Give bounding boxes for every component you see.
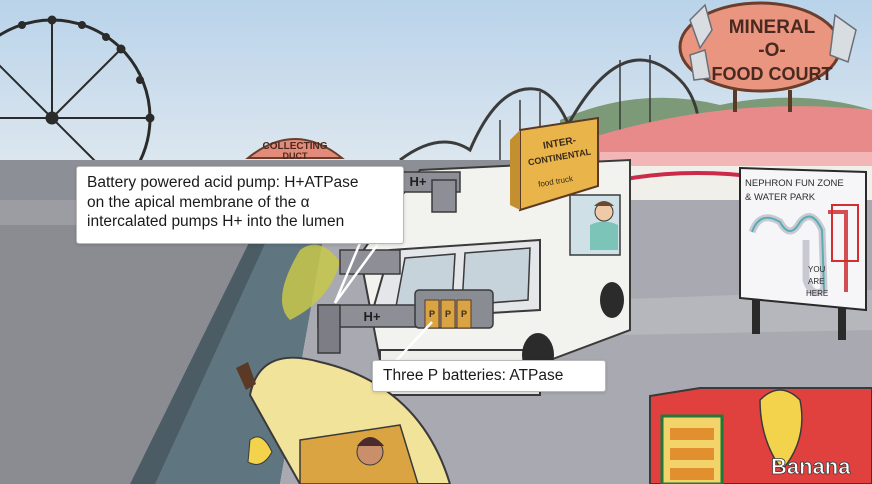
acid-pump-callout-line-3: intercalated pumps H+ into the lumen [87, 213, 345, 230]
pipe-label-upper: H+ [410, 174, 427, 189]
food-court-sign-line-3: FOOD COURT [712, 64, 833, 84]
you-are-here-line-2: ARE [808, 277, 824, 286]
pipe-label-lower: H+ [364, 309, 381, 324]
you-are-here-line-3: HERE [806, 289, 828, 298]
nephron-board-line-1: NEPHRON FUN ZONE [745, 178, 844, 189]
batteries-callout-line-1: Three P batteries: ATPase [383, 367, 564, 384]
food-court-sign-line-2: -O- [758, 40, 785, 61]
battery-label-3: P [461, 309, 467, 319]
acid-pump-callout-line-2: on the apical membrane of the α [87, 193, 310, 211]
banana-stand: Banana [649, 387, 872, 484]
acid-pump-callout-line-1: Battery powered acid pump: H+ATPase [87, 174, 359, 191]
nephron-board-line-2: & WATER PARK [745, 192, 816, 203]
you-are-here-line-1: YOU [808, 265, 826, 274]
banana-stand-label: Banana [771, 454, 851, 479]
battery-label-1: P [429, 309, 435, 319]
illustrated-scene: MINERAL -O- FOOD COURT COLLECTING DUCT I… [0, 0, 872, 484]
batteries-callout: Three P batteries: ATPase [372, 360, 606, 392]
acid-pump-callout: Battery powered acid pump: H+ATPase on t… [76, 166, 404, 244]
collecting-duct-sign-line-2: DUCT [283, 151, 308, 161]
atpase-batteries: P P P [414, 289, 494, 329]
battery-label-2: P [445, 309, 451, 319]
food-court-sign-line-1: MINERAL [729, 17, 816, 38]
